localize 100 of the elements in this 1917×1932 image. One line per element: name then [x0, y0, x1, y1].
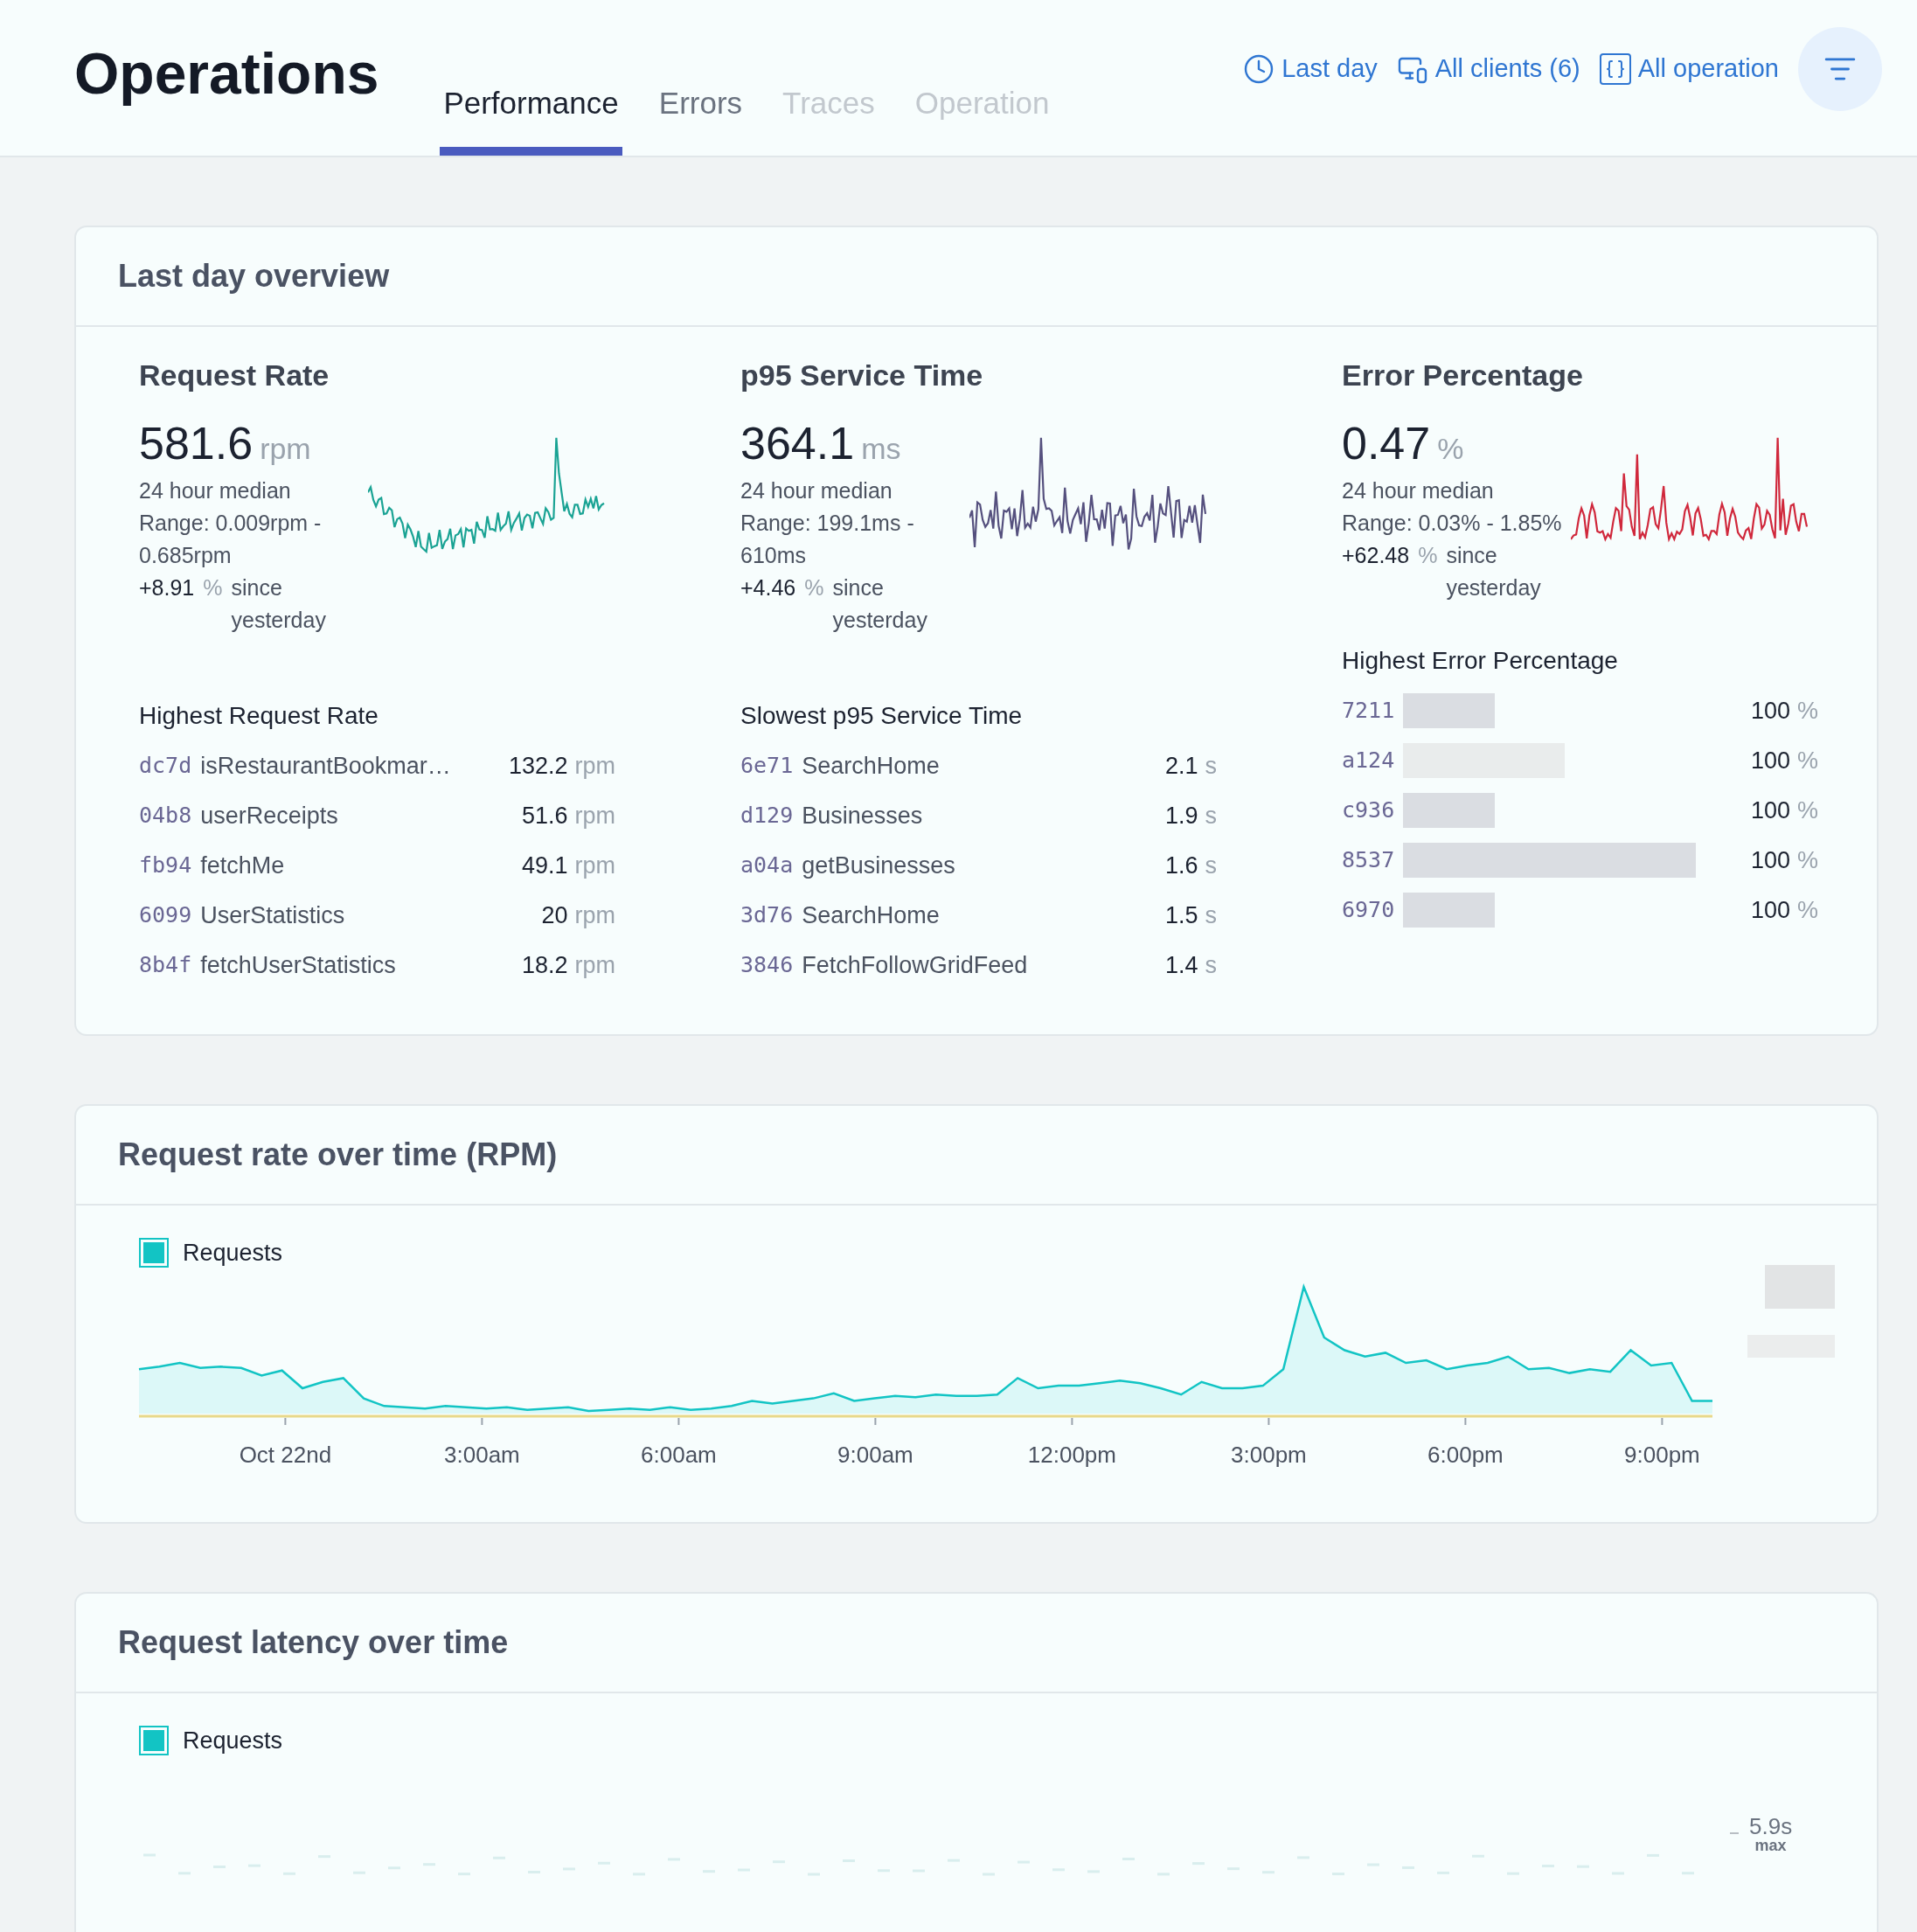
metric-unit: rpm — [574, 751, 615, 781]
metric-unit: ms — [861, 430, 901, 467]
operation-id[interactable]: dc7d — [139, 749, 192, 782]
tab[interactable]: Performance — [440, 59, 622, 156]
card-title: Last day overview — [118, 257, 390, 295]
filter-button[interactable]: Last day — [1243, 50, 1378, 88]
page-title: Operations — [74, 39, 379, 108]
metric-value: 1.5 — [1164, 900, 1198, 930]
list-title: Highest Request Rate — [139, 700, 379, 731]
operation-id[interactable]: 8537 — [1342, 844, 1395, 877]
metric-value: 0.47 — [1342, 416, 1431, 469]
metric-value: 20 — [541, 900, 568, 930]
legend-swatch — [139, 1726, 169, 1756]
metric-title: p95 Service Time — [740, 358, 984, 393]
tick-label: 12:00pm — [1027, 1442, 1116, 1468]
list-title: Highest Error Percentage — [1342, 645, 1619, 676]
operation-name[interactable]: fetchMe — [200, 847, 285, 884]
operation-name[interactable]: FetchFollowGridFeed — [802, 947, 1028, 983]
metric-unit: rpm — [574, 801, 615, 830]
card-title: Request rate over time (RPM) — [118, 1135, 558, 1174]
operation-id[interactable]: 7211 — [1342, 694, 1395, 727]
list-title: Slowest p95 Service Time — [740, 700, 1024, 731]
operation-name[interactable]: UserStatistics — [200, 897, 345, 934]
change-value: +8.91 — [139, 573, 195, 601]
change-caption: since yesterday — [832, 573, 928, 634]
metric-unit: % — [1437, 430, 1464, 467]
tick-mark — [677, 1417, 680, 1426]
tick-mark — [1268, 1417, 1270, 1426]
tick-mark — [874, 1417, 877, 1426]
operation-name[interactable]: SearchHome — [802, 897, 940, 934]
metric-unit: % — [1797, 746, 1818, 775]
metric-unit: % — [1797, 796, 1818, 825]
metric-value: 364.1 — [740, 416, 855, 469]
tick-label: 9:00am — [837, 1442, 913, 1468]
range-text: Range: 0.03% - 1.85% — [1342, 509, 1563, 537]
tick-label: 3:00pm — [1231, 1442, 1307, 1468]
change-caption: since yesterday — [1446, 541, 1542, 601]
tab[interactable]: Errors — [655, 59, 747, 156]
metric-unit: rpm — [574, 900, 615, 930]
operation-id[interactable]: 3846 — [740, 949, 794, 982]
tick-label: 6:00am — [641, 1442, 717, 1468]
metric-unit: rpm — [260, 430, 311, 467]
metric-unit: rpm — [574, 851, 615, 880]
operation-id[interactable]: 04b8 — [139, 799, 192, 832]
metric-unit: s — [1205, 851, 1217, 880]
metric-value: 51.6 — [521, 801, 568, 830]
metric-unit: s — [1205, 751, 1217, 781]
operation-id[interactable]: 6e71 — [740, 749, 794, 782]
metric-value: 100 — [1750, 845, 1790, 875]
metric-title: Request Rate — [139, 358, 330, 393]
operation-id[interactable]: d129 — [740, 799, 794, 832]
legend-label: Requests — [183, 1727, 283, 1755]
operation-name[interactable]: Businesses — [802, 797, 923, 834]
tick-label: 9:00pm — [1624, 1442, 1700, 1468]
max-value: 5.9s — [1749, 1814, 1793, 1838]
operation-id[interactable]: 8b4f — [139, 949, 192, 982]
clock-icon — [1243, 53, 1275, 85]
operation-id[interactable]: a124 — [1342, 744, 1395, 777]
tick-label: Oct 22nd — [239, 1442, 332, 1468]
metric-value: 100 — [1750, 746, 1790, 775]
tick-mark — [1071, 1417, 1073, 1426]
metric-unit: s — [1205, 900, 1217, 930]
operation-id[interactable]: 6099 — [139, 899, 192, 932]
metric-value: 49.1 — [521, 851, 568, 880]
metric-value: 100 — [1750, 895, 1790, 925]
legend-label: Requests — [183, 1238, 283, 1268]
operation-id[interactable]: c936 — [1342, 794, 1395, 827]
metric-value: 100 — [1750, 696, 1790, 726]
operation-name[interactable]: fetchUserStatistics — [200, 947, 396, 983]
tick-label: 6:00pm — [1427, 1442, 1504, 1468]
metric-unit: s — [1205, 801, 1217, 830]
braces-icon — [1599, 53, 1631, 85]
tick-label: 3:00am — [444, 1442, 520, 1468]
tick-mark — [284, 1417, 287, 1426]
metric-value: 1.9 — [1164, 801, 1198, 830]
tick-mark — [1464, 1417, 1467, 1426]
operation-name[interactable]: SearchHome — [802, 747, 940, 784]
change-caption: since yesterday — [231, 573, 327, 634]
operation-id[interactable]: 6970 — [1342, 893, 1395, 927]
median-caption: 24 hour median — [139, 476, 292, 504]
tick-mark — [1661, 1417, 1663, 1426]
change-value: +62.48 — [1342, 541, 1410, 569]
change-value: +4.46 — [740, 573, 796, 601]
operation-name[interactable]: isRestaurantBookmar… — [200, 747, 451, 784]
metric-value: 18.2 — [521, 950, 568, 980]
filter-button[interactable]: All clients (6) — [1396, 50, 1580, 88]
filter-button[interactable]: All operation — [1599, 50, 1779, 88]
operation-name[interactable]: userReceipts — [200, 797, 338, 834]
max-label: max — [1754, 1837, 1787, 1853]
metric-value: 100 — [1750, 796, 1790, 825]
operation-id[interactable]: 3d76 — [740, 899, 794, 932]
operation-id[interactable]: a04a — [740, 849, 794, 882]
operation-name[interactable]: getBusinesses — [802, 847, 955, 884]
card-title: Request latency over time — [118, 1623, 509, 1662]
change-unit: % — [1418, 541, 1438, 569]
metric-value: 1.4 — [1164, 950, 1198, 980]
metric-unit: s — [1205, 950, 1217, 980]
metric-title: Error Percentage — [1342, 358, 1584, 393]
operation-id[interactable]: fb94 — [139, 849, 192, 882]
metric-unit: % — [1797, 895, 1818, 925]
